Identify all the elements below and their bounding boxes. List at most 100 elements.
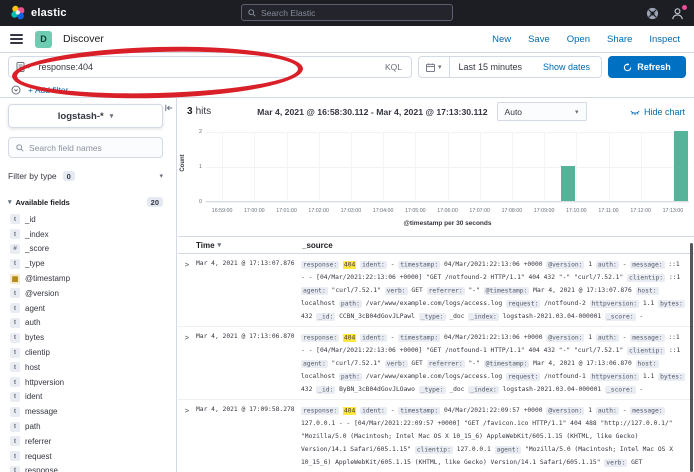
source-field-value: 1.1 [643,373,654,380]
field-item-referrer[interactable]: treferrer [0,434,176,449]
source-field-chip: timestamp: [398,334,440,342]
saved-query-menu-button[interactable]: ▾ [9,62,36,72]
field-item-auth[interactable]: tauth [0,316,176,331]
user-avatar[interactable] [671,7,684,20]
y-tick-label: 2 [182,129,202,135]
field-item-bytes[interactable]: tbytes [0,330,176,345]
field-item-ident[interactable]: tident [0,390,176,405]
chart-date-range: Mar 4, 2021 @ 16:58:30.112 - Mar 4, 2021… [257,107,487,117]
field-item-timestamp[interactable]: ▦@timestamp [0,271,176,286]
field-item-version[interactable]: t@version [0,286,176,301]
index-pattern-selector[interactable]: logstash-* ▾ [8,104,163,128]
x-tick-label: 17:02:00 [308,208,329,214]
calendar-icon [426,63,435,72]
field-item-request[interactable]: trequest [0,449,176,464]
menu-icon[interactable] [10,34,23,44]
chevron-down-icon: ▾ [438,63,442,71]
x-tick-label: 17:04:00 [373,208,394,214]
new-button[interactable]: New [492,34,511,45]
field-item-type[interactable]: t_type [0,256,176,271]
source-field-value: Mar 4, 2021 @ 17:13:06.870 [533,360,632,367]
sidebar: logstash-* ▾ Search field names Filter b… [0,98,177,472]
field-item-index[interactable]: t_index [0,227,176,242]
available-fields-header[interactable]: ▾ Available fields 20 [8,197,163,207]
field-item-clientip[interactable]: tclientip [0,345,176,360]
source-field-chip: _id: [316,386,335,394]
field-name: request [25,452,52,461]
time-range-value[interactable]: Last 15 minutes [459,62,523,72]
add-filter-button[interactable]: + Add filter [28,85,68,95]
field-item-id[interactable]: t_id [0,212,176,227]
global-search-placeholder: Search Elastic [261,8,315,18]
saved-query-icon [16,62,25,72]
chart-plot-area[interactable] [206,132,689,202]
filter-options-icon[interactable] [11,85,21,95]
source-field-chip: verb: [604,459,627,467]
field-item-score[interactable]: #_score [0,242,176,257]
field-item-response[interactable]: tresponse [0,464,176,472]
source-field-value: GET [411,287,422,294]
field-name: ident [25,392,42,401]
source-field-chip: bytes: [658,373,685,381]
field-item-host[interactable]: thost [0,360,176,375]
show-dates-button[interactable]: Show dates [543,62,601,72]
time-column-header[interactable]: Time ▾ [196,241,301,250]
field-name: clientip [25,348,50,357]
string-field-icon: t [10,466,20,472]
field-item-message[interactable]: tmessage [0,404,176,419]
open-button[interactable]: Open [567,34,590,45]
query-input[interactable]: ▾ response:404 KQL [8,56,412,78]
source-field-value: "-" [469,360,480,367]
field-search-input[interactable]: Search field names [8,137,163,158]
x-tick-label: 17:06:00 [437,208,458,214]
help-icon[interactable] [646,7,659,20]
vertical-scrollbar[interactable] [690,243,693,472]
field-item-agent[interactable]: tagent [0,301,176,316]
query-text[interactable]: response:404 [39,62,376,72]
discover-app-badge[interactable]: D [35,31,52,48]
hide-chart-button[interactable]: Hide chart [630,107,685,117]
elastic-logo[interactable]: elastic [10,5,67,21]
share-button[interactable]: Share [607,34,632,45]
source-field-chip: _score: [605,313,636,321]
x-tick-label: 17:12:00 [630,208,651,214]
source-field-chip: @version: [546,407,584,415]
source-field-value: "-" [469,287,480,294]
histogram-bar-17:09:30[interactable] [561,166,575,201]
collapse-sidebar-icon[interactable] [165,104,173,112]
field-item-path[interactable]: tpath [0,419,176,434]
filter-by-type-button[interactable]: Filter by type 0 ▾ [8,167,163,185]
x-tick-label: 17:09:00 [534,208,555,214]
source-field-chip: host: [636,287,659,295]
string-field-icon: t [10,407,20,417]
global-search-input[interactable]: Search Elastic [241,4,453,21]
filter-row: + Add filter [0,82,68,97]
source-field-chip: verb: [385,287,408,295]
source-field-value: /notfound-2 [544,300,586,307]
source-field-value: GET [631,459,642,466]
expand-row-icon[interactable]: > [178,404,196,469]
save-button[interactable]: Save [528,34,550,45]
expand-row-icon[interactable]: > [178,258,196,323]
index-pattern-name: logstash-* [58,111,104,122]
field-item-httpversion[interactable]: thttpversion [0,375,176,390]
source-field-value: _doc [449,386,464,393]
gridline [319,132,320,201]
calendar-menu-button[interactable]: ▾ [419,57,450,77]
x-axis-label: @timestamp per 30 seconds [206,220,689,227]
interval-select[interactable]: Auto ▾ [497,102,587,121]
source-field-chip: timestamp: [398,261,440,269]
source-field-chip: ident: [360,334,387,342]
histogram-bar-17:13:00[interactable] [674,131,688,201]
inspect-button[interactable]: Inspect [649,34,680,45]
source-field-chip: clientip: [627,347,665,355]
source-field-value: _doc [449,313,464,320]
available-fields-count-badge: 20 [147,197,163,207]
expand-row-icon[interactable]: > [178,331,196,396]
refresh-button[interactable]: Refresh [608,56,686,78]
hits-row: 3 hits Mar 4, 2021 @ 16:58:30.112 - Mar … [178,98,694,125]
source-field-value: - [639,313,643,320]
kql-language-button[interactable]: KQL [376,62,411,72]
string-field-icon: t [10,214,20,224]
gridline [448,132,449,201]
